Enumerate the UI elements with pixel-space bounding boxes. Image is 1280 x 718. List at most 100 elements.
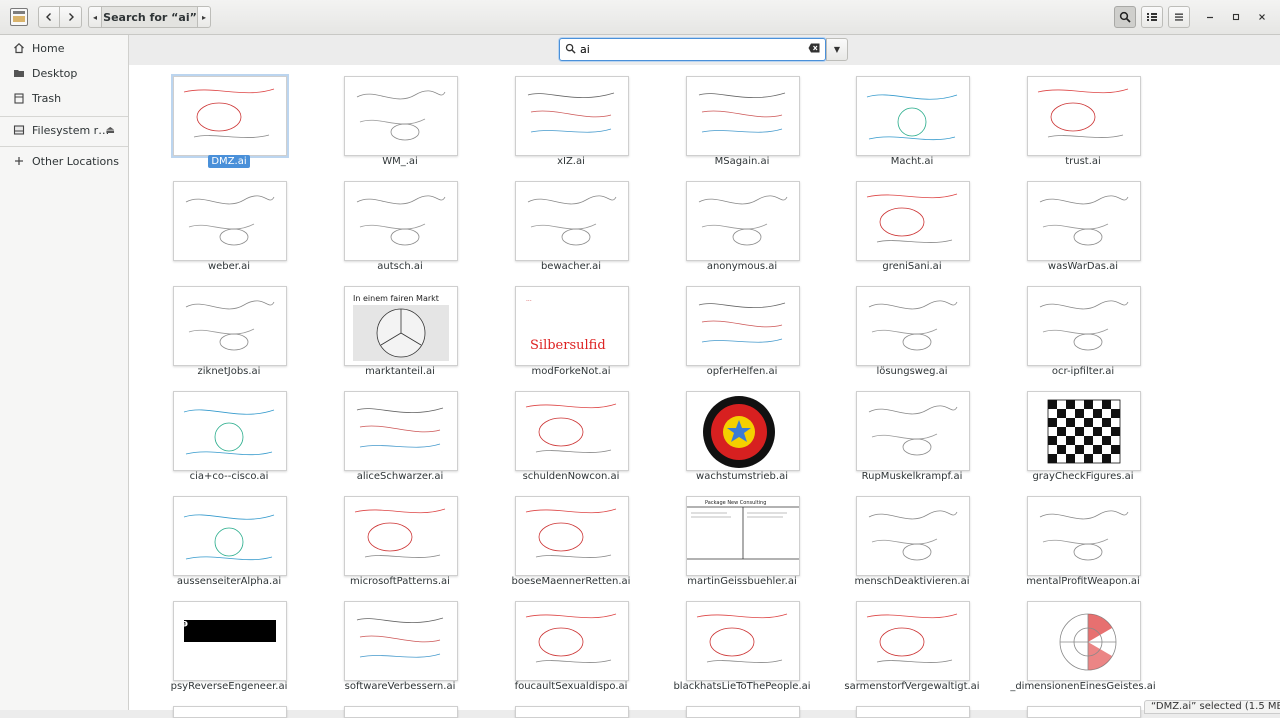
file-item[interactable]: _dimensionenEinesGeistes.ai — [998, 590, 1168, 692]
file-item[interactable]: MSagain.ai — [657, 65, 827, 167]
file-item[interactable]: anonymous.ai — [657, 170, 827, 272]
file-thumbnail[interactable] — [686, 391, 800, 471]
file-item[interactable]: wachstumstrieb.ai — [657, 380, 827, 482]
menu-button[interactable] — [1168, 6, 1190, 28]
file-item[interactable]: DMZ.ai — [144, 65, 314, 168]
file-item[interactable]: menschDeaktivieren.ai — [827, 485, 997, 587]
file-thumbnail-partial[interactable] — [344, 706, 458, 718]
file-item[interactable]: lösungsweg.ai — [827, 275, 997, 377]
file-item[interactable]: blackhatsLieToThePeople.ai — [657, 590, 827, 692]
file-item[interactable]: Macht.ai — [827, 65, 997, 167]
file-thumbnail[interactable]: reverseengineer — [173, 601, 287, 681]
file-thumbnail[interactable] — [173, 391, 287, 471]
file-name: DMZ.ai — [144, 155, 314, 168]
file-item[interactable]: weber.ai — [144, 170, 314, 272]
sidebar-item-trash[interactable]: Trash — [0, 87, 128, 109]
sidebar-item-filesystem[interactable]: Filesystem r… ⏏ — [0, 119, 128, 141]
file-item[interactable]: schuldenNowcon.ai — [486, 380, 656, 482]
file-item[interactable]: wasWarDas.ai — [998, 170, 1168, 272]
file-thumbnail[interactable]: Package New Consulting — [686, 496, 800, 576]
file-item[interactable]: greniSani.ai — [827, 170, 997, 272]
file-thumbnail[interactable] — [173, 181, 287, 261]
file-thumbnail-partial[interactable] — [173, 706, 287, 718]
clear-search-icon[interactable] — [808, 43, 820, 56]
file-thumbnail[interactable] — [515, 601, 629, 681]
search-options-dropdown[interactable]: ▼ — [826, 38, 848, 61]
file-thumbnail-partial[interactable] — [686, 706, 800, 718]
file-item[interactable]: Package New Consulting martinGeissbuehler… — [657, 485, 827, 587]
sidebar-item-other-locations[interactable]: Other Locations — [0, 150, 128, 172]
search-toggle-button[interactable] — [1114, 6, 1136, 28]
file-thumbnail[interactable]: ... Silbersulfid — [515, 286, 629, 366]
file-item[interactable]: microsoftPatterns.ai — [315, 485, 485, 587]
path-scroll-left-button[interactable]: ◂ — [88, 6, 102, 28]
file-thumbnail[interactable] — [856, 601, 970, 681]
file-thumbnail[interactable] — [344, 391, 458, 471]
file-thumbnail[interactable] — [1027, 391, 1141, 471]
file-thumbnail[interactable] — [1027, 286, 1141, 366]
file-thumbnail[interactable] — [344, 601, 458, 681]
file-item[interactable]: foucaultSexualdispo.ai — [486, 590, 656, 692]
file-thumbnail[interactable] — [856, 286, 970, 366]
file-thumbnail[interactable] — [686, 76, 800, 156]
file-item[interactable]: cia+co--cisco.ai — [144, 380, 314, 482]
file-item[interactable]: aussenseiterAlpha.ai — [144, 485, 314, 587]
file-thumbnail[interactable] — [1027, 601, 1141, 681]
file-thumbnail-partial[interactable] — [856, 706, 970, 718]
file-thumbnail[interactable] — [1027, 496, 1141, 576]
file-thumbnail[interactable] — [515, 496, 629, 576]
file-item[interactable]: RupMuskelkrampf.ai — [827, 380, 997, 482]
view-mode-button[interactable] — [1141, 6, 1163, 28]
file-thumbnail[interactable] — [173, 286, 287, 366]
file-thumbnail[interactable] — [344, 181, 458, 261]
file-item[interactable]: mentalProfitWeapon.ai — [998, 485, 1168, 587]
file-item[interactable]: ziknetJobs.ai — [144, 275, 314, 377]
eject-icon[interactable]: ⏏ — [106, 125, 115, 136]
file-item[interactable]: grayCheckFigures.ai — [998, 380, 1168, 482]
file-item[interactable]: trust.ai — [998, 65, 1168, 167]
file-thumbnail[interactable] — [686, 601, 800, 681]
file-thumbnail[interactable] — [686, 181, 800, 261]
back-button[interactable] — [38, 6, 60, 28]
file-thumbnail[interactable] — [344, 496, 458, 576]
file-item[interactable]: softwareVerbessern.ai — [315, 590, 485, 692]
file-thumbnail[interactable] — [1027, 76, 1141, 156]
forward-button[interactable] — [60, 6, 82, 28]
file-item[interactable]: xIZ.ai — [486, 65, 656, 167]
file-thumbnail[interactable] — [856, 181, 970, 261]
maximize-button[interactable] — [1228, 9, 1244, 25]
file-thumbnail[interactable] — [515, 181, 629, 261]
search-input-text[interactable]: ai — [580, 43, 808, 56]
file-item[interactable]: sarmenstorfVergewaltigt.ai — [827, 590, 997, 692]
file-thumbnail-partial[interactable] — [515, 706, 629, 718]
file-item[interactable]: WM_.ai — [315, 65, 485, 167]
file-item[interactable]: reverseengineer psyReverseEngeneer.ai — [144, 590, 314, 692]
file-thumbnail[interactable] — [173, 76, 287, 156]
file-item[interactable]: aliceSchwarzer.ai — [315, 380, 485, 482]
file-thumbnail[interactable] — [856, 76, 970, 156]
file-item[interactable]: In einem fairen Markt marktanteil.ai — [315, 275, 485, 377]
file-item[interactable]: ocr-ipfilter.ai — [998, 275, 1168, 377]
file-item[interactable]: autsch.ai — [315, 170, 485, 272]
file-thumbnail[interactable] — [515, 76, 629, 156]
file-thumbnail[interactable] — [856, 496, 970, 576]
file-thumbnail[interactable] — [173, 496, 287, 576]
file-item[interactable]: boeseMaennerRetten.ai — [486, 485, 656, 587]
file-thumbnail[interactable] — [686, 286, 800, 366]
file-thumbnail[interactable] — [515, 391, 629, 471]
file-thumbnail[interactable]: In einem fairen Markt — [344, 286, 458, 366]
file-item[interactable]: opferHelfen.ai — [657, 275, 827, 377]
file-thumbnail[interactable] — [1027, 181, 1141, 261]
close-button[interactable] — [1254, 9, 1270, 25]
search-input[interactable]: ai — [559, 38, 826, 61]
file-thumbnail[interactable] — [856, 391, 970, 471]
minimize-button[interactable] — [1202, 9, 1218, 25]
file-item[interactable]: ... Silbersulfid modForkeNot.ai — [486, 275, 656, 377]
sidebar-item-desktop[interactable]: Desktop — [0, 62, 128, 84]
sidebar-item-home[interactable]: Home — [0, 37, 128, 59]
file-thumbnail[interactable] — [344, 76, 458, 156]
path-scroll-right-button[interactable]: ▸ — [197, 6, 211, 28]
file-thumbnail-partial[interactable] — [1027, 706, 1141, 718]
file-item[interactable]: bewacher.ai — [486, 170, 656, 272]
path-bar-search-label[interactable]: Search for “ai” — [102, 6, 198, 28]
